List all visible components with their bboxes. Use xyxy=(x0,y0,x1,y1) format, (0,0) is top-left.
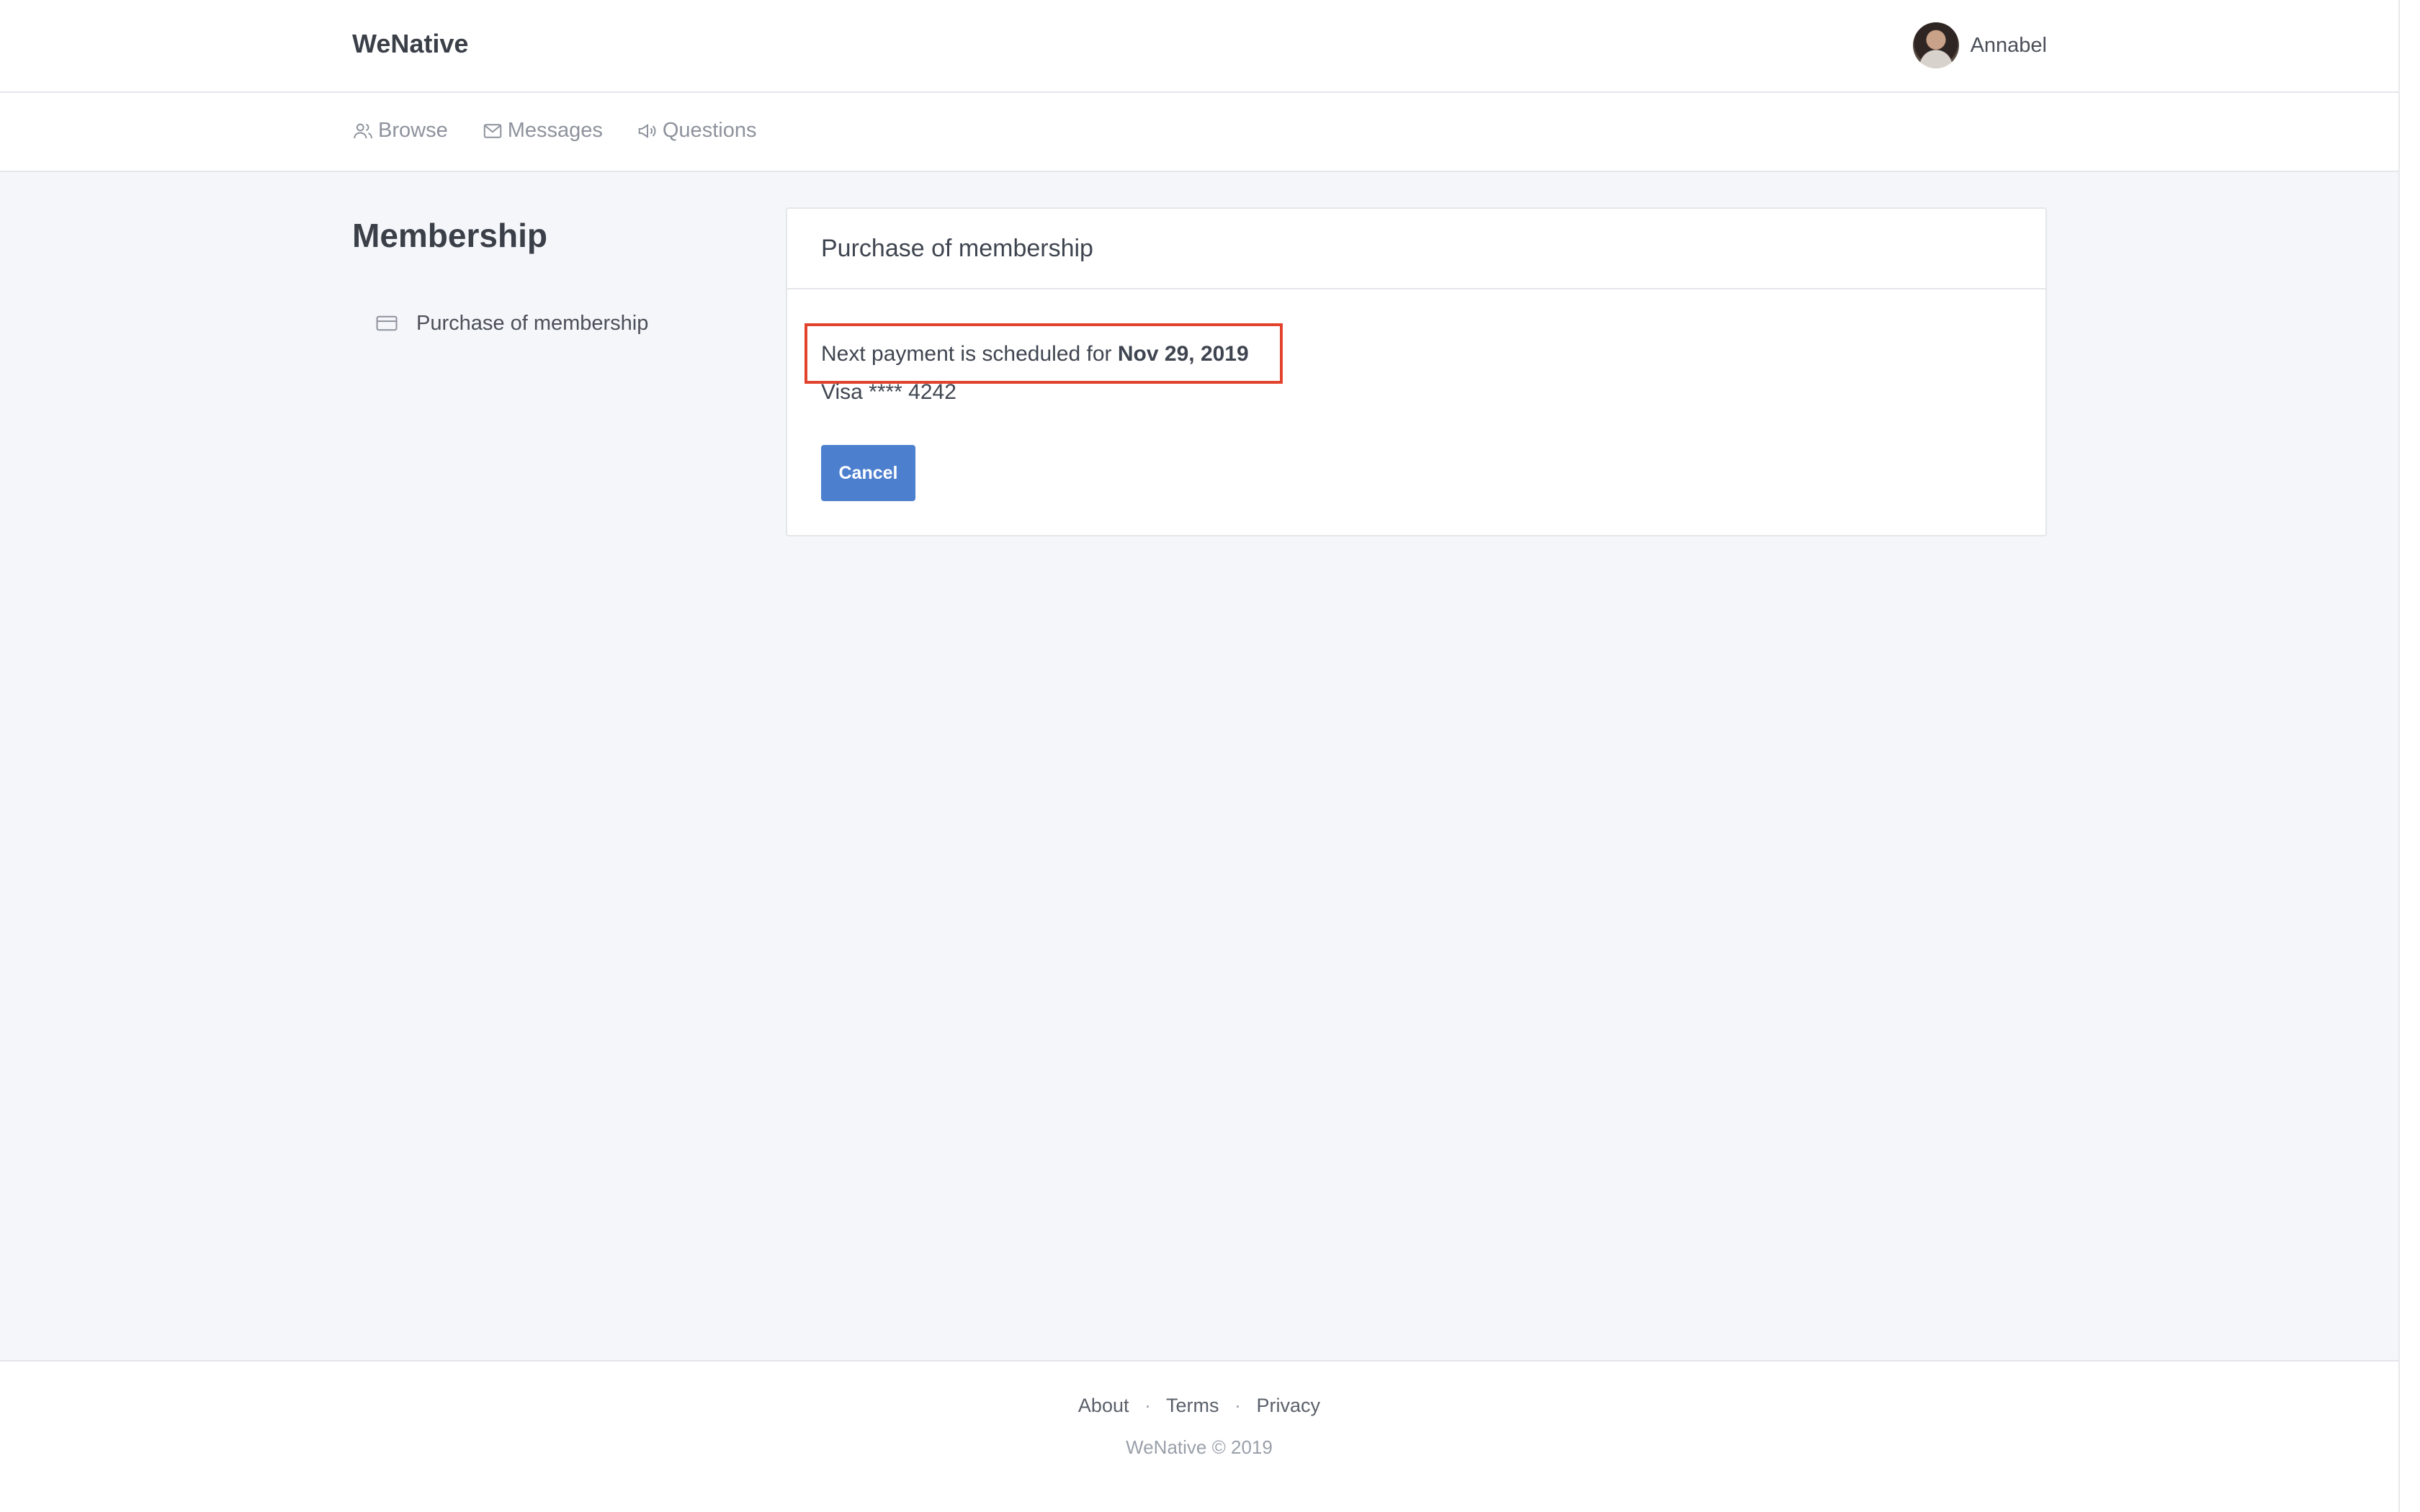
payment-date: Nov 29, 2019 xyxy=(1117,342,1249,366)
top-bar: WeNative Annabel xyxy=(0,0,2398,93)
credit-card-icon xyxy=(376,315,398,331)
brand-logo[interactable]: WeNative xyxy=(352,29,468,59)
footer-link-terms[interactable]: Terms xyxy=(1166,1395,1219,1416)
footer-separator: · xyxy=(1144,1395,1151,1416)
footer-links: About · Terms · Privacy xyxy=(0,1395,2398,1417)
page-title: Membership xyxy=(352,217,547,254)
footer-link-about[interactable]: About xyxy=(1078,1395,1129,1416)
megaphone-icon xyxy=(638,123,656,138)
main-nav: Browse Messages Questions xyxy=(352,119,790,143)
page: WeNative Annabel Browse Messages Questio… xyxy=(0,0,2398,1512)
user-name[interactable]: Annabel xyxy=(1971,34,2047,58)
card-title: Purchase of membership xyxy=(787,209,2045,289)
nav-item-messages[interactable]: Messages xyxy=(482,119,603,143)
nav-label: Messages xyxy=(507,119,603,142)
footer: About · Terms · Privacy WeNative © 2019 xyxy=(0,1360,2398,1512)
avatar[interactable] xyxy=(1912,22,1959,68)
nav-item-questions[interactable]: Questions xyxy=(637,119,757,143)
payment-prefix: Next payment is scheduled for xyxy=(821,342,1112,366)
card-info: Visa **** 4242 xyxy=(821,380,956,404)
nav-bar: Browse Messages Questions xyxy=(0,93,2398,172)
users-icon xyxy=(354,123,372,138)
user-menu[interactable]: Annabel xyxy=(1912,22,2047,68)
sidebar-item-purchase-membership[interactable]: Purchase of membership xyxy=(375,311,648,336)
page-scrollbar[interactable] xyxy=(2398,0,2420,1512)
cancel-button[interactable]: Cancel xyxy=(821,445,915,501)
membership-card: Purchase of membership Next payment is s… xyxy=(786,207,2047,536)
envelope-icon xyxy=(483,123,501,138)
nav-label: Questions xyxy=(662,119,757,142)
next-payment-text: Next payment is scheduled for Nov 29, 20… xyxy=(821,342,1249,366)
footer-separator: · xyxy=(1234,1395,1242,1416)
nav-label: Browse xyxy=(378,119,448,142)
footer-link-privacy[interactable]: Privacy xyxy=(1257,1395,1321,1416)
sidebar-item-label: Purchase of membership xyxy=(416,311,649,335)
copyright: WeNative © 2019 xyxy=(1126,1436,1273,1458)
nav-item-browse[interactable]: Browse xyxy=(352,119,448,143)
